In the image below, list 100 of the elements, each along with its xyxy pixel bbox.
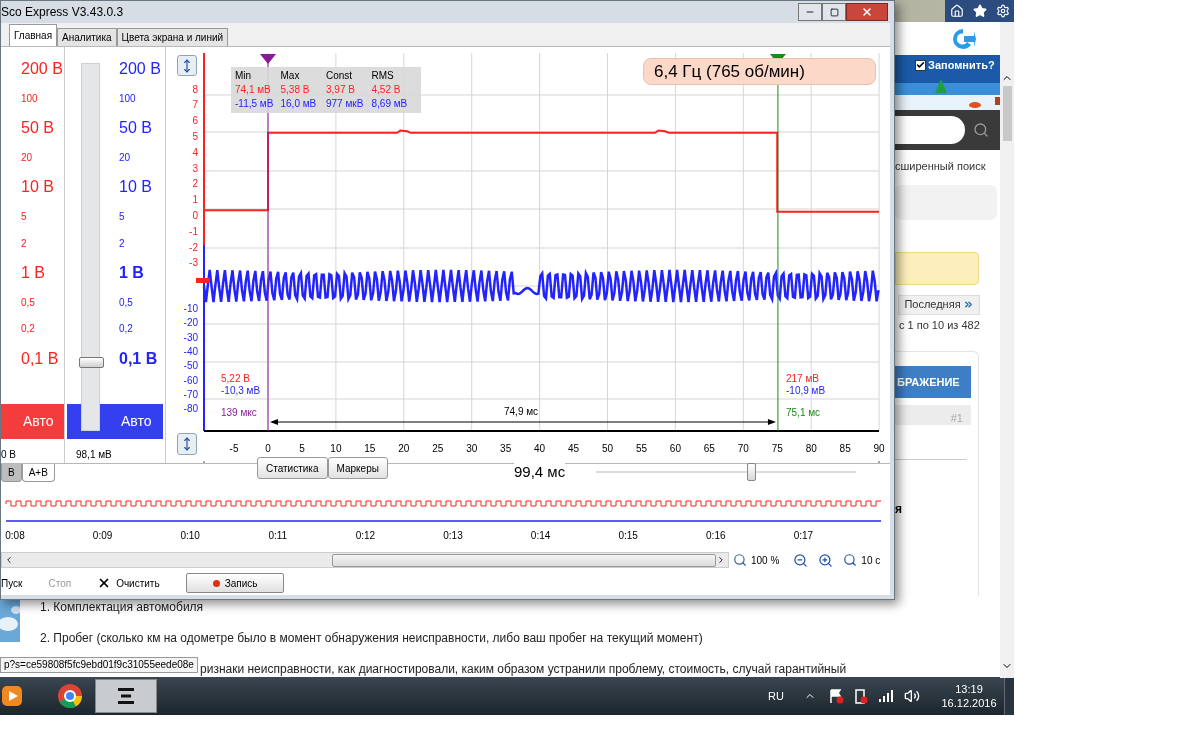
- marker-time: 139 мкс: [221, 406, 257, 420]
- x-tick-label: 35: [500, 443, 512, 454]
- time-label: 0:08: [5, 529, 25, 543]
- record-button[interactable]: Запись: [185, 573, 285, 593]
- scale-label: 20: [21, 150, 34, 165]
- scale-label: 0,5: [119, 295, 134, 310]
- time-label: 0:17: [793, 529, 814, 543]
- url-tooltip: p?s=ce59808f5fc9ebd01f9c31055eede08e: [0, 657, 198, 673]
- time-label: 0:14: [530, 529, 551, 543]
- scale-label: 0,2: [21, 322, 36, 337]
- post-heading: я: [895, 501, 903, 518]
- scale-label: 0,5: [21, 295, 36, 310]
- post-number: #1: [950, 412, 963, 424]
- x-tick-label: 30: [466, 443, 478, 454]
- scale-label: 50 В: [119, 118, 153, 139]
- x-tick-label: 75: [771, 443, 783, 454]
- language-indicator[interactable]: RU: [768, 687, 784, 705]
- panel-tab[interactable]: Маркеры: [327, 457, 388, 479]
- y-tick-label: -40: [183, 345, 198, 357]
- checkbox-label: Запомнить?: [928, 58, 995, 73]
- marker-time: 75,1 мс: [786, 406, 821, 420]
- y-tick-label: 2: [192, 178, 198, 190]
- y-tick-label: -3: [189, 257, 198, 269]
- scale-label: 20: [119, 150, 132, 165]
- clock-time: 13:19: [955, 682, 983, 696]
- column-header: Max: [280, 69, 301, 83]
- time-label: 0:12: [355, 529, 376, 543]
- panel-tab[interactable]: Статистика: [257, 457, 328, 479]
- clock[interactable]: 13:19 16.12.2016: [934, 682, 1004, 710]
- last-page-button[interactable]: Последняя: [898, 294, 980, 315]
- x-tick-label: 10: [330, 443, 342, 454]
- tab[interactable]: Главная: [9, 24, 58, 46]
- x-tick-label: 65: [703, 443, 715, 454]
- zoom-percent: 100 %: [751, 553, 780, 568]
- x-tick-label: 40: [534, 443, 546, 454]
- zoom-span: 10 с: [861, 553, 881, 568]
- advanced-search-link[interactable]: сширенный поиск: [895, 158, 1000, 175]
- x-tick-label: 20: [398, 443, 410, 454]
- clear-button[interactable]: Очистить: [97, 573, 160, 593]
- interval-label: 74,9 мс: [504, 405, 539, 419]
- y-tick-label: 3: [192, 162, 198, 174]
- channel-reading: 98,1 мВ: [76, 448, 113, 462]
- marker-value: 217 мВ: [786, 372, 819, 386]
- list-item: 2. Пробег (сколько км на одометре было в момент обнаружения неисправности, либо ваш пробег на текущий момент): [40, 630, 704, 647]
- x-tick-label: 90: [873, 443, 885, 454]
- timebase-label: 99,4 мс: [514, 463, 566, 481]
- scale-label: 100: [21, 91, 39, 106]
- start-button[interactable]: Пуск: [1, 573, 23, 593]
- y-tick-label: 8: [192, 83, 198, 95]
- column-header: Min: [235, 69, 253, 83]
- page-info: с 1 по 10 из 482: [899, 317, 981, 333]
- y-tick-label: -30: [183, 331, 198, 343]
- channel-tab[interactable]: B: [1, 464, 22, 482]
- table-cell-text: 8,69 мВ: [371, 97, 409, 111]
- time-label: 0:09: [92, 529, 113, 543]
- x-tick-label: 70: [737, 443, 749, 454]
- y-tick-label: -10: [183, 303, 198, 314]
- tab[interactable]: Цвета экрана и линий: [116, 28, 229, 46]
- table-cell-text: 74,1 мВ: [235, 83, 272, 97]
- scale-label: 50 В: [21, 118, 55, 139]
- y-tick-label: -80: [183, 403, 198, 415]
- y-tick-label: 5: [192, 131, 198, 142]
- tab[interactable]: Аналитика: [57, 28, 117, 46]
- y-tick-label: 4: [192, 146, 198, 158]
- y-tick-label: -20: [183, 317, 198, 329]
- y-tick-label: -50: [183, 360, 198, 372]
- table-cell-text: 3,97 В: [326, 83, 356, 97]
- y-tick-label: -60: [183, 374, 198, 386]
- time-label: 0:13: [443, 529, 463, 543]
- marker-value: -10,3 мВ: [221, 384, 261, 398]
- auto-button[interactable]: Авто: [1, 404, 64, 439]
- window-title: Sco Express V3.43.0.3: [1, 4, 124, 21]
- x-tick-label: 15: [364, 443, 376, 454]
- scale-label: 5: [119, 209, 126, 224]
- list-item: 1. Комплектация автомобиля: [40, 599, 205, 616]
- scale-label: 10 В: [21, 177, 55, 198]
- x-tick-label: 5: [299, 443, 305, 454]
- table-cell-text: 977 мкВ: [326, 97, 365, 111]
- marker-value: -10,9 мВ: [786, 384, 826, 398]
- time-label: 0:10: [180, 529, 200, 543]
- clock-date: 16.12.2016: [941, 696, 997, 710]
- time-label: 0:15: [618, 529, 638, 543]
- scale-label: 100: [119, 91, 137, 106]
- list-item: ризнаки неисправности, как диагностировали, каким образом устранили проблему, стоимость, случай гарантийный: [200, 661, 847, 678]
- y-tick-label: 0: [192, 210, 198, 221]
- section-button[interactable]: БРАЖЕНИЕ: [895, 366, 971, 398]
- x-tick-label: 0: [265, 443, 271, 454]
- scale-label: 200 В: [21, 59, 64, 79]
- channel-tab[interactable]: A+B: [21, 464, 55, 482]
- frequency-readout: 6,4 Гц (765 об/мин): [643, 58, 876, 85]
- scale-label: 2: [21, 236, 28, 251]
- x-tick-label: 85: [839, 443, 851, 454]
- scale-label: 0,1 В: [119, 348, 159, 369]
- table-cell-text: 5,38 В: [280, 83, 311, 97]
- scale-label: 1 В: [21, 263, 46, 284]
- column-header: Const: [326, 69, 354, 83]
- scale-label: 2: [119, 236, 126, 251]
- channel-reading: 0 В: [1, 448, 17, 462]
- table-cell-text: -11,5 мВ: [235, 97, 275, 111]
- scale-label: 10 В: [119, 177, 153, 198]
